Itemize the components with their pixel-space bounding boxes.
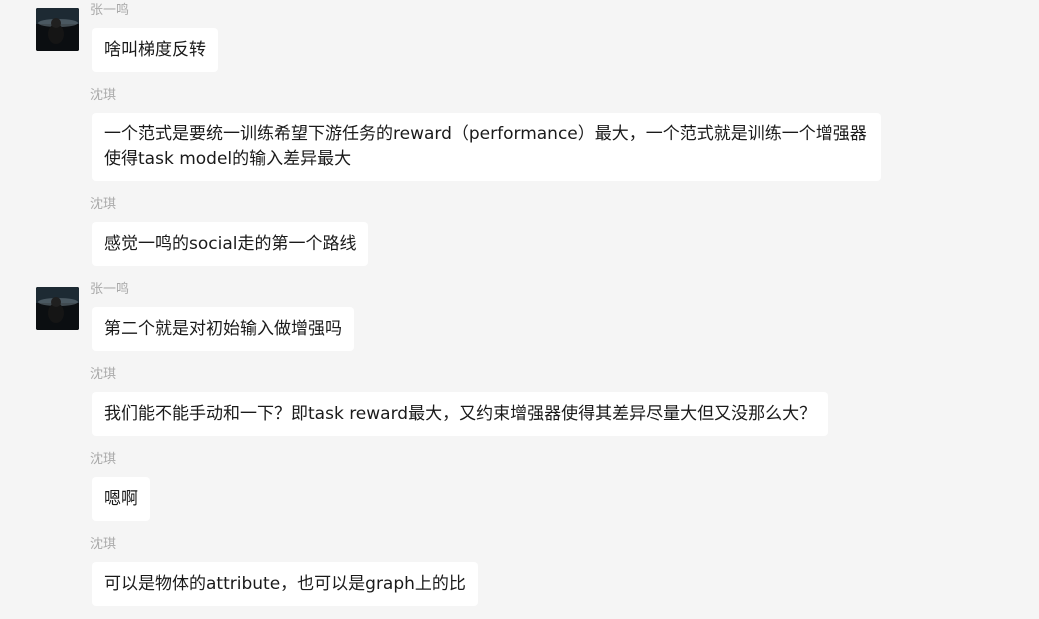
avatar-image: [36, 8, 79, 51]
sender-name: 张一鸣: [90, 3, 130, 18]
message-bubble[interactable]: 可以是物体的attribute，也可以是graph上的比: [92, 562, 478, 606]
message-bubble[interactable]: 嗯啊: [92, 477, 150, 521]
sender-name: 张一鸣: [90, 282, 130, 297]
avatar-image: [36, 287, 79, 330]
message-bubble[interactable]: 啥叫梯度反转: [92, 28, 218, 72]
sender-name: 沈琪: [90, 367, 117, 382]
message-bubble[interactable]: 第二个就是对初始输入做增强吗: [92, 307, 354, 351]
sender-name: 沈琪: [90, 537, 117, 552]
sender-name: 沈琪: [90, 197, 117, 212]
message-bubble[interactable]: 我们能不能手动和一下？即task reward最大，又约束增强器使得其差异尽量大…: [92, 392, 829, 436]
message-bubble[interactable]: 感觉一鸣的social走的第一个路线: [92, 222, 369, 266]
avatar[interactable]: [36, 8, 79, 51]
avatar[interactable]: [36, 287, 79, 330]
message-bubble[interactable]: 一个范式是要统一训练希望下游任务的reward（performance）最大，一…: [92, 113, 881, 181]
chat-message-list[interactable]: 张一鸣 啥叫梯度反转 沈琪 一个范式是要统一训练希望下游任务的reward（pe…: [0, 0, 1039, 619]
sender-name: 沈琪: [90, 88, 117, 103]
sender-name: 沈琪: [90, 452, 117, 467]
